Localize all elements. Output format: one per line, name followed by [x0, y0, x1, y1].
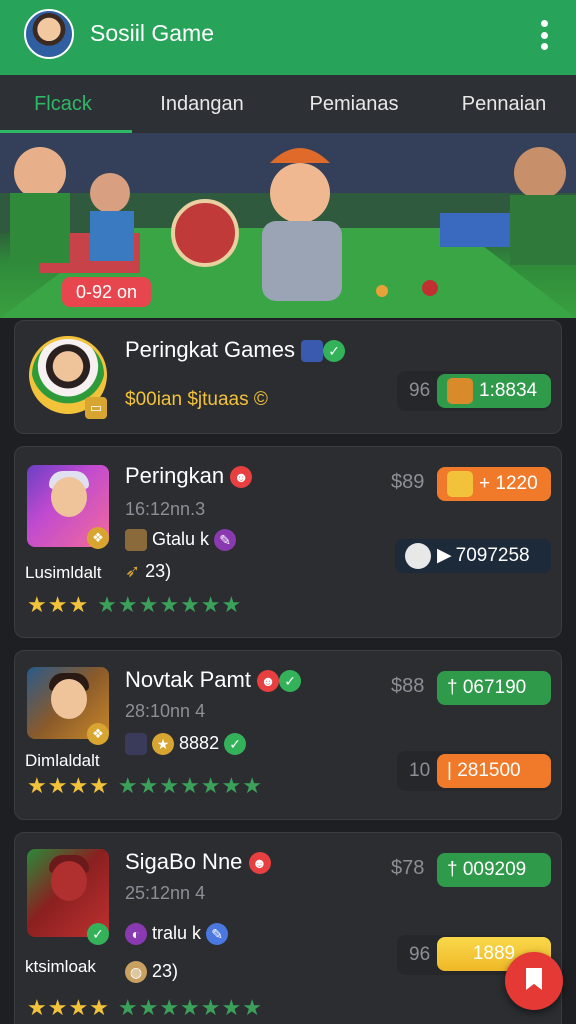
rating-stars: ★★★ ★★★★★★★	[27, 592, 242, 618]
coin-icon: ★	[152, 733, 175, 756]
count-value: 96	[409, 380, 431, 401]
card-meta: ◐ tralu k ✎	[125, 923, 229, 946]
play-icon: ▶	[437, 545, 452, 566]
leaf-icon: ✎	[214, 529, 237, 552]
count-value: 96	[409, 944, 431, 965]
emoji-icon: ☻	[230, 466, 253, 489]
green-stars: ★★★★★★★	[117, 995, 263, 1020]
emoji-icon: ☻	[248, 852, 271, 875]
rank-icon	[301, 340, 324, 363]
player-icon	[125, 733, 147, 756]
hero-icon	[447, 470, 473, 497]
game-card[interactable]: ✓ SigaBo Nne ☻ 25:12nn 4 ◐ tralu k ✎ kts…	[14, 832, 562, 1024]
card-subtitle: $00ian $jtuaas ©	[125, 389, 268, 410]
check-icon: ✓	[279, 670, 302, 693]
tab-flcack[interactable]: Flcack	[0, 75, 126, 133]
card-meta: Gtalu k ✎	[125, 529, 237, 552]
score-chip[interactable]: † 067190	[437, 671, 551, 705]
rating-stars: ★★★★ ★★★★★★★	[27, 995, 263, 1021]
score-chip[interactable]: + 1220	[437, 467, 551, 501]
card-title-text: Peringkan	[125, 463, 225, 488]
meta-text-2: 23)	[145, 561, 172, 581]
thumb-face	[51, 861, 87, 901]
card-title: Peringkan ☻	[125, 463, 253, 489]
score-chip-value: † 009209	[447, 859, 527, 880]
tab-pennaian[interactable]: Pennaian	[446, 75, 562, 133]
play-chip-value: 7097258	[455, 545, 530, 566]
price: $88	[391, 675, 425, 697]
sword-icon: ➶	[125, 561, 141, 581]
green-stars: ★★★★★★★	[117, 773, 263, 798]
score-chip-value: † 067190	[447, 677, 527, 698]
player-icon	[125, 529, 147, 552]
play-chip[interactable]: ▶ 7097258	[395, 539, 551, 573]
gold-stars: ★★★★	[27, 773, 110, 798]
player-name: ktsimloak	[25, 957, 96, 976]
meta-text: tralu k	[152, 923, 202, 943]
card-time: 25:12nn 4	[125, 883, 206, 903]
app-bar: Sosiil Game	[0, 0, 576, 75]
rating-stars: ★★★★ ★★★★★★★	[27, 773, 263, 799]
thumb-face	[51, 679, 87, 719]
card-meta: ★ 8882 ✓	[125, 733, 247, 756]
game-card[interactable]: ❖ Peringkan ☻ 16:12nn.3 Gtalu k ✎ Lusiml…	[14, 446, 562, 638]
score-chip-2[interactable]: | 281500	[437, 754, 551, 788]
price: $89	[391, 471, 425, 493]
score-chip-value: 1:8834	[479, 380, 538, 401]
card-title: Peringkat Games ✓	[125, 337, 346, 363]
bookmark-icon	[526, 968, 542, 990]
check-icon: ✓	[224, 733, 247, 756]
score-chip[interactable]: 1:8834	[437, 374, 551, 408]
card-meta-2: ➶ 23)	[125, 561, 171, 582]
card-time: 28:10nn 4	[125, 701, 206, 721]
player-name: Dimlaldalt	[25, 751, 100, 770]
gold-stars: ★★★	[27, 592, 90, 617]
score-chip-value-2: 1889	[472, 943, 516, 964]
app-title: Sosiil Game	[90, 20, 214, 46]
bookmark-fab[interactable]	[505, 952, 563, 1010]
green-stars: ★★★★★★★	[97, 592, 243, 617]
check-icon: ✓	[87, 923, 109, 945]
hero-icon	[447, 377, 473, 404]
card-meta-2: ◍ 23)	[125, 961, 179, 984]
leaf-icon: ✎	[206, 923, 229, 946]
meta-text-2: 23)	[152, 961, 179, 981]
check-icon: ✓	[323, 340, 346, 363]
more-vert-icon[interactable]	[538, 20, 550, 50]
meta-text: Gtalu k	[152, 529, 210, 549]
card-title: Novtak Pamt ☻ ✓	[125, 667, 302, 693]
count-value: 10	[409, 760, 431, 781]
thumb-face	[51, 477, 87, 517]
trophy-icon: ▭	[85, 397, 107, 419]
card-title: SigaBo Nne ☻	[125, 849, 271, 875]
medal-icon: ❖	[87, 527, 109, 549]
gold-stars: ★★★★	[27, 995, 110, 1020]
price: $78	[391, 857, 425, 879]
tab-pemianas[interactable]: Pemianas	[292, 75, 416, 133]
tab-bar: Flcack Indangan Pemianas Pennaian	[0, 75, 576, 133]
tab-indangan[interactable]: Indangan	[142, 75, 262, 133]
game-card[interactable]: ▭ Peringkat Games ✓ $00ian $jtuaas © 96 …	[14, 320, 562, 434]
score-chip-value-2: | 281500	[447, 760, 521, 781]
score-chip-value: + 1220	[479, 473, 538, 494]
user-avatar[interactable]	[24, 9, 74, 59]
game-card[interactable]: ❖ Novtak Pamt ☻ ✓ 28:10nn 4 ★ 8882 ✓ Diml…	[14, 650, 562, 820]
score-pill: 0-92 on	[62, 277, 152, 307]
emoji-icon: ☻	[257, 670, 280, 693]
card-title-text: Peringkat Games	[125, 337, 295, 362]
player-name: Lusimldalt	[25, 563, 102, 582]
user-icon	[405, 542, 431, 569]
medal-icon: ❖	[87, 723, 109, 745]
meta-text: 8882	[179, 733, 220, 753]
card-time: 16:12nn.3	[125, 499, 206, 519]
score-chip[interactable]: † 009209	[437, 853, 551, 887]
hero-banner[interactable]: 0-92 on	[0, 133, 576, 318]
bread-icon: ◍	[125, 961, 147, 984]
spinner-icon: ◐	[125, 923, 147, 946]
card-title-text: Novtak Pamt	[125, 667, 251, 692]
card-title-text: SigaBo Nne	[125, 849, 243, 874]
